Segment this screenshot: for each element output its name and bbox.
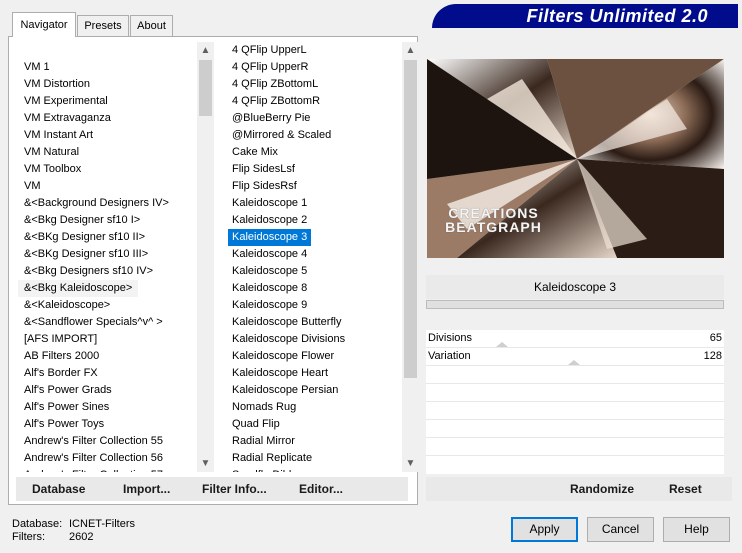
list-item[interactable]: VM Experimental <box>18 93 196 110</box>
reset-button[interactable]: Reset <box>669 477 702 501</box>
list-item[interactable]: &<Bkg Designers sf10 IV> <box>18 263 196 280</box>
list-item[interactable]: &<Background Designers IV> <box>18 195 196 212</box>
param-row-divisions[interactable]: Divisions 65 <box>426 330 724 347</box>
list-item[interactable]: Quad Flip <box>226 416 402 433</box>
filter-info-button[interactable]: Filter Info... <box>202 477 267 501</box>
list-item[interactable]: [AFS IMPORT] <box>18 331 196 348</box>
list-item[interactable]: &<BKg Designer sf10 III> <box>18 246 196 263</box>
database-button[interactable]: Database <box>32 477 85 501</box>
apply-button[interactable]: Apply <box>511 517 578 542</box>
list-item[interactable]: Flip SidesLsf <box>226 161 402 178</box>
list-item[interactable]: Kaleidoscope 3 <box>228 229 312 246</box>
list-item[interactable]: &<Sandflower Specials^v^ > <box>18 314 196 331</box>
list-item[interactable]: &<Bkg Kaleidoscope> <box>18 280 139 297</box>
list-item[interactable]: Kaleidoscope 4 <box>226 246 402 263</box>
status-label: Database: <box>12 518 63 530</box>
list-item[interactable]: Kaleidoscope 2 <box>226 212 402 229</box>
randomize-button[interactable]: Randomize <box>570 477 634 501</box>
list-item[interactable]: Sandflo Dible... <box>226 467 402 472</box>
list-item[interactable]: VM Natural <box>18 144 196 161</box>
list-item[interactable]: VM 1 <box>18 59 196 76</box>
list-item[interactable]: 4 QFlip UpperR <box>226 59 402 76</box>
filter-preview: CREATIONS BEATGRAPH <box>427 59 724 258</box>
cancel-button[interactable]: Cancel <box>587 517 654 542</box>
filter-scrollbar[interactable]: ▲ ▼ <box>402 42 419 472</box>
navigator-button-bar: Database Import... Filter Info... Editor… <box>16 477 408 501</box>
status-filters: Filters: 2602 <box>12 531 93 543</box>
status-value: 2602 <box>69 531 94 543</box>
param-label: Divisions <box>428 332 473 344</box>
scroll-up-icon[interactable]: ▲ <box>402 42 419 59</box>
list-item[interactable]: VM Extravaganza <box>18 110 196 127</box>
slider-handle-icon[interactable] <box>568 360 580 365</box>
list-item[interactable]: Alf's Power Sines <box>18 399 196 416</box>
list-item[interactable]: &<BKg Designer sf10 II> <box>18 229 196 246</box>
parameters-panel: Divisions 65 Variation 128 <box>426 330 724 474</box>
list-item[interactable]: @Mirrored & Scaled <box>226 127 402 144</box>
list-item[interactable]: Nomads Rug <box>226 399 402 416</box>
list-item[interactable]: 4 QFlip ZBottomL <box>226 76 402 93</box>
tab-presets[interactable]: Presets <box>77 15 129 36</box>
list-item[interactable]: Kaleidoscope Heart <box>226 365 402 382</box>
scroll-thumb[interactable] <box>404 60 417 378</box>
param-value: 128 <box>703 350 722 362</box>
app-title-banner: Filters Unlimited 2.0 <box>432 4 738 28</box>
scroll-up-icon[interactable]: ▲ <box>197 42 214 59</box>
import-button[interactable]: Import... <box>123 477 170 501</box>
list-item[interactable]: Kaleidoscope 5 <box>226 263 402 280</box>
slider-handle-icon[interactable] <box>496 342 508 347</box>
status-label: Filters: <box>12 531 45 543</box>
help-button[interactable]: Help <box>663 517 730 542</box>
scroll-thumb[interactable] <box>199 60 212 116</box>
list-item[interactable]: AB Filters 2000 <box>18 348 196 365</box>
filter-list[interactable]: 4 QFlip UpperL 4 QFlip UpperR 4 QFlip ZBot… <box>226 42 402 472</box>
watermark-text: BEATGRAPH <box>445 219 542 235</box>
list-item[interactable]: Kaleidoscope Persian <box>226 382 402 399</box>
watermark-text: CREATIONS <box>448 205 539 221</box>
parameter-button-bar: Randomize Reset <box>426 477 732 501</box>
list-item[interactable]: Radial Replicate <box>226 450 402 467</box>
list-item[interactable]: @BlueBerry Pie <box>226 110 402 127</box>
list-item[interactable]: 4 QFlip ZBottomR <box>226 93 402 110</box>
list-item[interactable]: VM Distortion <box>18 76 196 93</box>
scroll-down-icon[interactable]: ▼ <box>197 455 214 472</box>
editor-button[interactable]: Editor... <box>299 477 343 501</box>
list-item[interactable]: Radial Mirror <box>226 433 402 450</box>
list-item[interactable]: Kaleidoscope 8 <box>226 280 402 297</box>
progress-bar <box>426 300 724 309</box>
list-item[interactable]: Alf's Power Toys <box>18 416 196 433</box>
list-item[interactable]: Cake Mix <box>226 144 402 161</box>
list-item[interactable]: 4 QFlip UpperL <box>226 42 402 59</box>
category-list[interactable]: VM 1 VM Distortion VM Experimental VM Extra… <box>18 42 196 472</box>
list-item[interactable]: Alf's Border FX <box>18 365 196 382</box>
list-item[interactable]: Kaleidoscope 9 <box>226 297 402 314</box>
list-item[interactable]: Kaleidoscope Butterfly <box>226 314 402 331</box>
list-item[interactable]: Andrew's Filter Collection 57 <box>18 467 196 472</box>
list-item[interactable]: VM Toolbox <box>18 161 196 178</box>
scroll-down-icon[interactable]: ▼ <box>402 455 419 472</box>
list-item[interactable]: Flip SidesRsf <box>226 178 402 195</box>
selected-filter-name: Kaleidoscope 3 <box>426 275 724 299</box>
list-item[interactable]: Alf's Power Grads <box>18 382 196 399</box>
list-item[interactable]: Kaleidoscope 1 <box>226 195 402 212</box>
list-item[interactable]: VM <box>18 178 196 195</box>
list-item[interactable]: &<Kaleidoscope> <box>18 297 196 314</box>
tab-about[interactable]: About <box>130 15 173 36</box>
list-item[interactable]: &<Bkg Designer sf10 I> <box>18 212 196 229</box>
list-item[interactable]: Kaleidoscope Flower <box>226 348 402 365</box>
status-value: ICNET-Filters <box>69 518 135 530</box>
param-label: Variation <box>428 350 471 362</box>
status-database: Database: ICNET-Filters <box>12 518 135 530</box>
list-item[interactable]: VM Instant Art <box>18 127 196 144</box>
list-item[interactable]: Andrew's Filter Collection 55 <box>18 433 196 450</box>
tab-navigator[interactable]: Navigator <box>12 12 76 37</box>
param-value: 65 <box>709 332 722 344</box>
list-item[interactable]: Andrew's Filter Collection 56 <box>18 450 196 467</box>
list-item[interactable]: Kaleidoscope Divisions <box>226 331 402 348</box>
category-scrollbar[interactable]: ▲ ▼ <box>197 42 214 472</box>
